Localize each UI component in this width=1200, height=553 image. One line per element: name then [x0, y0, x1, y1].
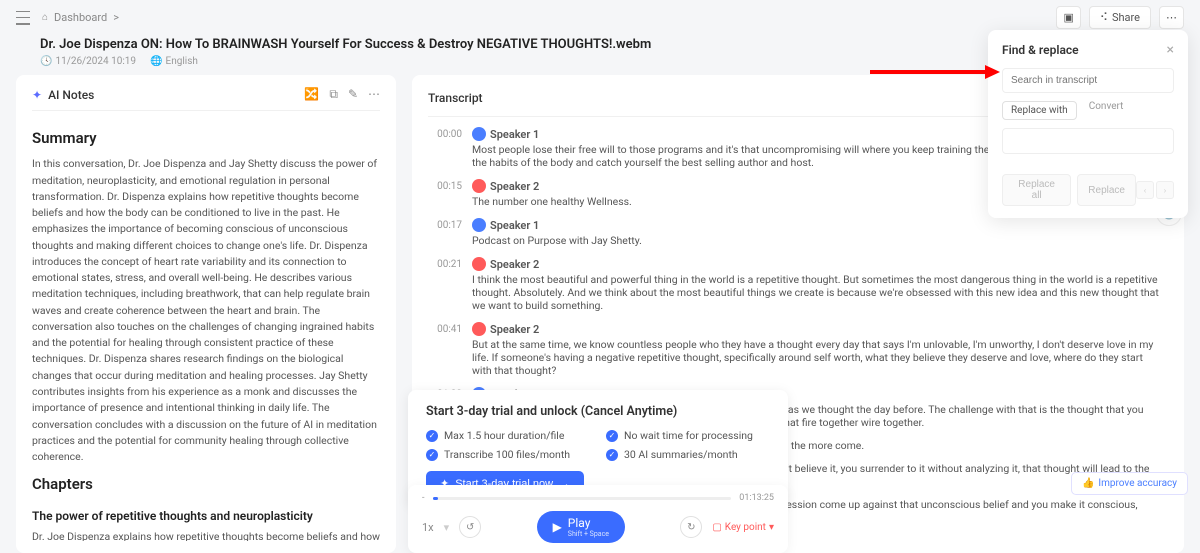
summary-heading: Summary	[32, 127, 380, 150]
meta-language: 🌐 English	[150, 56, 198, 67]
more-icon[interactable]: ⋯	[1159, 6, 1184, 29]
speaker-avatar-icon	[472, 257, 486, 271]
improve-accuracy-button[interactable]: 👍 Improve accuracy	[1071, 472, 1188, 495]
copy-icon[interactable]: ⧉	[329, 87, 338, 102]
timestamp[interactable]: 00:41	[428, 322, 462, 377]
speaker-avatar-icon	[472, 127, 486, 141]
transcript-text[interactable]: I think the most beautiful and powerful …	[472, 273, 1162, 312]
audio-player: - 01:13:25 1x ▾ ↺ ▶ PlayShift + Space ↻ …	[408, 485, 788, 553]
replace-button[interactable]: Replace	[1077, 174, 1136, 206]
chapters-heading: Chapters	[32, 473, 380, 496]
breadcrumb-home[interactable]: Dashboard	[54, 11, 107, 24]
timestamp[interactable]: 00:00	[428, 127, 462, 169]
check-icon: ✓	[606, 449, 618, 461]
share-button[interactable]: ⠪ Share	[1089, 6, 1151, 29]
speaker-label[interactable]: Speaker 2	[472, 257, 1162, 271]
trial-title: Start 3-day trial and unlock (Cancel Any…	[426, 404, 770, 419]
edit-icon[interactable]: ✎	[348, 87, 358, 102]
timestamp[interactable]: 00:17	[428, 218, 462, 247]
transcript-turn: 00:21 Speaker 2 I think the most beautiful…	[428, 257, 1162, 312]
speaker-label[interactable]: Speaker 1	[472, 218, 1162, 232]
prev-match-icon[interactable]: ‹	[1136, 181, 1154, 199]
transcript-turn: 00:17 Speaker 1 Podcast on Purpose with Ja…	[428, 218, 1162, 247]
breadcrumb-sep: >	[113, 11, 119, 24]
menu-icon[interactable]	[16, 11, 30, 25]
trial-feature: ✓Max 1.5 hour duration/file	[426, 429, 590, 442]
speaker-label[interactable]: Speaker 2	[472, 322, 1162, 336]
breadcrumb: ⌂ Dashboard >	[42, 11, 119, 24]
translate-icon[interactable]: 🔀	[304, 87, 319, 102]
playback-speed[interactable]: 1x	[422, 521, 434, 534]
ai-star-icon: ✦	[32, 88, 42, 102]
transcript-text[interactable]: But at the same time, we know countless …	[472, 338, 1162, 377]
transcript-turn: 00:41 Speaker 2 But at the same time, we k…	[428, 322, 1162, 377]
transcript-text[interactable]: Podcast on Purpose with Jay Shetty.	[472, 234, 1162, 247]
more-icon[interactable]: ⋯	[368, 87, 380, 102]
rewind-icon[interactable]: ↺	[459, 516, 481, 538]
home-icon: ⌂	[42, 12, 48, 23]
speaker-avatar-icon	[472, 322, 486, 336]
transcript-tab[interactable]: Transcript	[428, 91, 483, 105]
replace-with-tab[interactable]: Replace with	[1002, 101, 1077, 120]
forward-icon[interactable]: ↻	[680, 516, 702, 538]
trial-feature: ✓No wait time for processing	[606, 429, 770, 442]
replace-input[interactable]	[1002, 128, 1174, 154]
find-replace-title: Find & replace	[1002, 43, 1079, 57]
replace-all-button[interactable]: Replace all	[1002, 174, 1071, 206]
summary-text: In this conversation, Dr. Joe Dispenza a…	[32, 156, 380, 465]
trial-feature: ✓30 AI summaries/month	[606, 448, 770, 461]
seek-bar[interactable]	[433, 497, 732, 500]
check-icon: ✓	[426, 449, 438, 461]
ai-notes-tab[interactable]: ✦AI Notes	[32, 88, 94, 102]
meta-date: 🕓 11/26/2024 10:19	[40, 56, 136, 67]
search-input[interactable]	[1002, 68, 1174, 93]
speaker-avatar-icon	[472, 179, 486, 193]
next-match-icon[interactable]: ›	[1156, 181, 1174, 199]
layout-toggle-icon[interactable]: ▣	[1056, 6, 1080, 29]
chapter-text: Dr. Joe Dispenza explains how repetitive…	[32, 529, 380, 541]
time-total: 01:13:25	[739, 493, 774, 503]
chapter-title: The power of repetitive thoughts and neu…	[32, 507, 380, 526]
play-button[interactable]: ▶ PlayShift + Space	[537, 511, 625, 543]
trial-feature: ✓Transcribe 100 files/month	[426, 448, 590, 461]
speaker-avatar-icon	[472, 218, 486, 232]
timestamp[interactable]: 00:21	[428, 257, 462, 312]
find-replace-panel: Find & replace × Replace with Convert Re…	[988, 30, 1188, 218]
timestamp[interactable]: 00:15	[428, 179, 462, 208]
convert-tab[interactable]: Convert	[1089, 101, 1124, 120]
close-icon[interactable]: ×	[1167, 42, 1174, 58]
check-icon: ✓	[606, 430, 618, 442]
check-icon: ✓	[426, 430, 438, 442]
annotation-arrow	[870, 62, 1000, 82]
keypoint-button[interactable]: ▢ Key point ▾	[712, 522, 774, 533]
time-current: -	[422, 493, 425, 503]
